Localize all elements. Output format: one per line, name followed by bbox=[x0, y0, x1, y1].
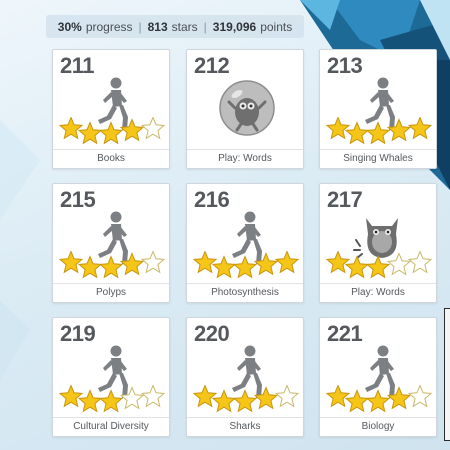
bubble-creature-icon bbox=[217, 78, 277, 138]
star-filled-icon bbox=[98, 389, 124, 413]
star-empty-icon bbox=[140, 384, 166, 408]
star-filled-icon bbox=[274, 250, 300, 274]
star-empty-icon bbox=[119, 386, 145, 410]
lesson-card[interactable]: 216 Photosynthesis bbox=[186, 183, 304, 303]
star-empty-icon bbox=[386, 252, 412, 276]
star-empty-icon bbox=[407, 384, 433, 408]
star-empty-icon bbox=[140, 250, 166, 274]
star-rating bbox=[192, 384, 300, 413]
star-filled-icon bbox=[253, 386, 279, 410]
star-filled-icon bbox=[386, 386, 412, 410]
star-filled-icon bbox=[58, 250, 84, 274]
lesson-title: Biology bbox=[320, 417, 436, 436]
lesson-title: Books bbox=[53, 149, 169, 168]
star-rating bbox=[58, 384, 166, 413]
progress-label: progress bbox=[85, 19, 133, 34]
lesson-card[interactable]: 217 Play: Words bbox=[319, 183, 437, 303]
star-rating bbox=[325, 384, 433, 413]
separator: | bbox=[138, 19, 142, 34]
star-rating bbox=[325, 116, 434, 147]
star-filled-icon bbox=[192, 250, 218, 274]
lesson-title: Play: Words bbox=[187, 149, 303, 168]
star-filled-icon bbox=[325, 250, 351, 274]
star-rating bbox=[58, 250, 167, 281]
bubble-creature-icon bbox=[219, 80, 275, 136]
lesson-title: Photosynthesis bbox=[187, 283, 303, 302]
star-rating bbox=[325, 250, 434, 281]
star-rating bbox=[325, 116, 433, 145]
star-filled-icon bbox=[232, 255, 258, 279]
lesson-card[interactable]: 215 Polyps bbox=[52, 183, 170, 303]
side-panel-edge bbox=[444, 308, 450, 441]
star-filled-icon bbox=[192, 384, 218, 408]
progress-summary-bar: 30% progress | 813 stars | 319,096 point… bbox=[46, 15, 304, 38]
lesson-card[interactable]: 212 Play: Words bbox=[186, 49, 304, 169]
lesson-card[interactable]: 213 Singing Whales bbox=[319, 49, 437, 169]
lesson-number: 212 bbox=[194, 53, 230, 78]
star-empty-icon bbox=[140, 116, 166, 140]
star-rating bbox=[192, 250, 300, 279]
lesson-title: Singing Whales bbox=[320, 149, 436, 168]
star-filled-icon bbox=[232, 389, 258, 413]
star-filled-icon bbox=[98, 121, 124, 145]
star-filled-icon bbox=[98, 255, 124, 279]
star-empty-icon bbox=[274, 384, 300, 408]
lesson-card[interactable]: 211 Books bbox=[52, 49, 170, 169]
lesson-title: Sharks bbox=[187, 417, 303, 436]
star-rating bbox=[192, 384, 301, 415]
lesson-card[interactable]: 219 Cultural Diversity bbox=[52, 317, 170, 437]
star-filled-icon bbox=[119, 118, 145, 142]
lesson-title: Polyps bbox=[53, 283, 169, 302]
star-filled-icon bbox=[325, 116, 351, 140]
star-rating bbox=[192, 250, 301, 281]
star-rating bbox=[58, 384, 167, 415]
points-value: 319,096 bbox=[212, 19, 257, 34]
star-filled-icon bbox=[58, 384, 84, 408]
star-rating bbox=[325, 250, 433, 279]
star-filled-icon bbox=[407, 116, 433, 140]
star-filled-icon bbox=[253, 252, 279, 276]
points-label: points bbox=[260, 19, 293, 34]
star-rating bbox=[58, 116, 166, 145]
progress-value: 30% bbox=[57, 19, 82, 34]
star-filled-icon bbox=[386, 118, 412, 142]
star-filled-icon bbox=[365, 121, 391, 145]
star-filled-icon bbox=[365, 255, 391, 279]
stars-value: 813 bbox=[147, 19, 168, 34]
star-filled-icon bbox=[119, 252, 145, 276]
lesson-card[interactable]: 220 Sharks bbox=[186, 317, 304, 437]
star-rating bbox=[58, 250, 166, 279]
star-filled-icon bbox=[365, 389, 391, 413]
lesson-title: Cultural Diversity bbox=[53, 417, 169, 436]
lesson-title: Play: Words bbox=[320, 283, 436, 302]
separator: | bbox=[203, 19, 207, 34]
lesson-card[interactable]: 221 Biology bbox=[319, 317, 437, 437]
star-rating bbox=[58, 116, 167, 147]
stars-label: stars bbox=[171, 19, 198, 34]
star-rating bbox=[325, 384, 434, 415]
star-filled-icon bbox=[58, 116, 84, 140]
star-empty-icon bbox=[407, 250, 433, 274]
star-filled-icon bbox=[325, 384, 351, 408]
